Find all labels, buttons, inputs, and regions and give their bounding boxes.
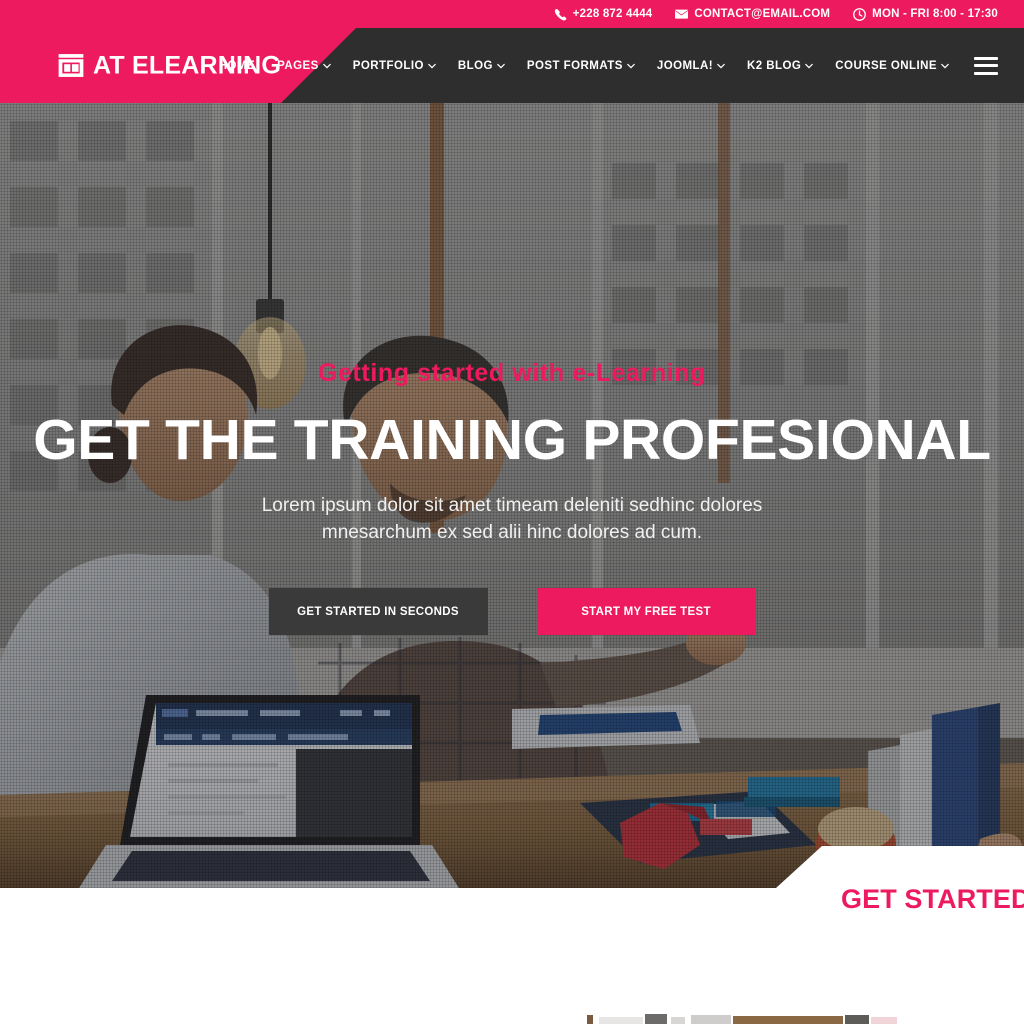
hamburger-bar [974, 71, 998, 75]
nav-label-blog: BLOG [457, 59, 493, 72]
chevron-down-icon [717, 62, 725, 70]
topbar-hours-text: MON - FRI 8:00 - 17:30 [872, 8, 998, 20]
hamburger-bar [974, 56, 998, 60]
chevron-down-icon [627, 62, 635, 70]
nav-item-post-formats[interactable]: POST FORMATS [516, 32, 646, 100]
chevron-down-icon [805, 62, 814, 70]
phone-icon [554, 8, 567, 21]
nav-link-course-online[interactable]: COURSE ONLINE [824, 32, 960, 100]
clock-icon [853, 7, 867, 21]
hamburger-bar [974, 64, 998, 67]
chevron-down-icon [322, 62, 331, 70]
hero-content: Getting started with e-Learning GET THE … [0, 103, 1024, 888]
hero-title: GET THE TRAINING PROFESIONAL [33, 408, 991, 472]
nav-label-course-online: COURSE ONLINE [835, 59, 937, 72]
topbar-phone-text: +228 872 4444 [572, 8, 653, 20]
nav-item-pages[interactable]: PAGES [266, 32, 342, 100]
nav-item-course-online[interactable]: COURSE ONLINE [824, 32, 960, 100]
chevron-down-icon [941, 62, 949, 70]
nav-label-home: HOME [218, 59, 256, 72]
envelope-icon [675, 8, 689, 21]
section-thumbnail-image [587, 1011, 897, 1024]
nav-item-blog[interactable]: BLOG [447, 32, 516, 100]
start-free-test-button[interactable]: START MY FREE TEST [536, 588, 756, 636]
nav-link-joomla[interactable]: JOOMLA! [646, 32, 736, 100]
nav-label-portfolio: PORTFOLIO [352, 59, 424, 72]
nav-item-joomla[interactable]: JOOMLA! [646, 32, 736, 100]
page-root: +228 872 4444 CONTACT@EMAIL.COM MON - FR… [0, 0, 1024, 1024]
topbar-hours: MON - FRI 8:00 - 17:30 [853, 7, 998, 21]
main-navigation: HOME PAGES PORTFOLIO BLOG POST FORMATS J… [208, 28, 1024, 103]
get-started-section: GET STARTED IN S [0, 884, 1024, 1024]
nav-label-joomla: JOOMLA! [656, 59, 714, 72]
projector-screen-icon [58, 54, 84, 78]
hero-subtitle: Lorem ipsum dolor sit amet timeam deleni… [261, 494, 763, 544]
nav-link-portfolio[interactable]: PORTFOLIO [342, 32, 447, 100]
nav-link-pages[interactable]: PAGES [266, 32, 342, 100]
chevron-down-icon [428, 62, 436, 70]
nav-label-pages: PAGES [277, 59, 319, 72]
topbar-email-text: CONTACT@EMAIL.COM [694, 8, 831, 20]
hero-cta-group: GET STARTED IN SECONDS START MY FREE TES… [268, 588, 756, 636]
top-contact-items: +228 872 4444 CONTACT@EMAIL.COM MON - FR… [554, 7, 998, 21]
topbar-email[interactable]: CONTACT@EMAIL.COM [675, 8, 830, 21]
nav-link-k2-blog[interactable]: K2 BLOG [736, 32, 824, 100]
top-contact-bar: +228 872 4444 CONTACT@EMAIL.COM MON - FR… [0, 0, 1024, 28]
hamburger-menu-icon[interactable] [974, 56, 998, 75]
nav-label-post-formats: POST FORMATS [526, 59, 623, 72]
hero-kicker: Getting started with e-Learning [317, 359, 707, 387]
nav-item-portfolio[interactable]: PORTFOLIO [342, 32, 447, 100]
nav-list: HOME PAGES PORTFOLIO BLOG POST FORMATS J… [208, 32, 960, 100]
nav-label-k2-blog: K2 BLOG [747, 59, 802, 72]
nav-item-k2-blog[interactable]: K2 BLOG [736, 32, 824, 100]
nav-link-post-formats[interactable]: POST FORMATS [516, 32, 646, 100]
topbar-phone[interactable]: +228 872 4444 [554, 8, 653, 21]
nav-link-home[interactable]: HOME [208, 32, 266, 100]
get-started-button[interactable]: GET STARTED IN SECONDS [268, 588, 488, 636]
nav-item-home[interactable]: HOME [208, 32, 266, 100]
site-header: AT ELEARNING HOME PAGES PORTFOLIO BLOG P… [0, 28, 1024, 103]
section-title: GET STARTED IN S [841, 884, 1024, 914]
nav-link-blog[interactable]: BLOG [447, 32, 516, 100]
chevron-down-icon [497, 62, 505, 70]
hero-banner: Getting started with e-Learning GET THE … [0, 103, 1024, 888]
